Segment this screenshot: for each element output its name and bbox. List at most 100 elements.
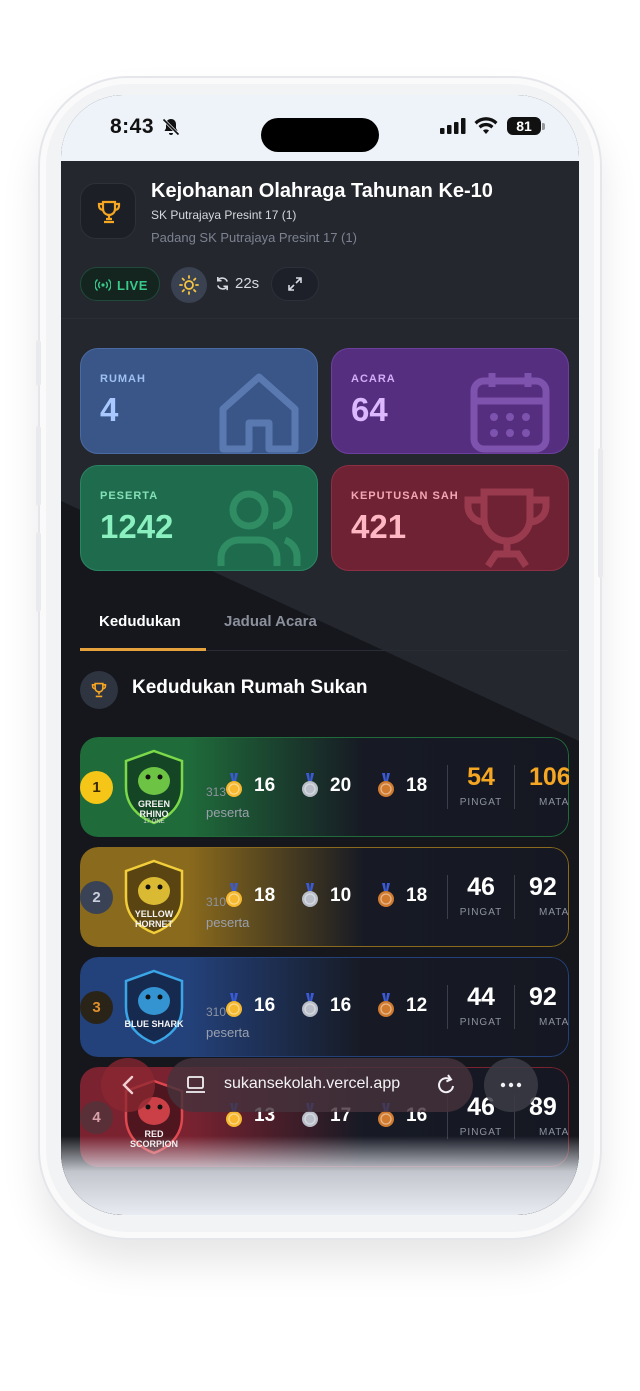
reload-icon[interactable] [435, 1073, 457, 1097]
event-title: Kejohanan Olahraga Tahunan Ke-10 [151, 180, 493, 202]
participant-label: peserta [206, 1025, 250, 1040]
standing-row[interactable]: 2 YELLOW HORNET 310 peserta 18 10 18 46 PINGAT 92… [80, 847, 569, 947]
gold-medal-icon [226, 773, 242, 797]
points: 92 [529, 873, 557, 901]
row-divider [447, 985, 448, 1029]
stat-value: 1242 [100, 508, 174, 545]
trophy-icon [91, 682, 107, 698]
fullscreen-button[interactable] [271, 267, 319, 301]
total-medals-label: PINGAT [459, 907, 503, 918]
school-name: SK Putrajaya Presint 17 (1) [151, 208, 297, 222]
row-divider [514, 985, 515, 1029]
silver-count: 16 [330, 995, 352, 1016]
gold-medal-icon [226, 993, 242, 1017]
rank-badge: 4 [80, 1101, 113, 1134]
stat-label: RUMAH [100, 373, 146, 385]
battery-cap [542, 123, 545, 130]
expand-icon [288, 277, 302, 291]
chevron-left-icon [122, 1075, 134, 1095]
signal-icon [440, 118, 466, 134]
row-divider [514, 875, 515, 919]
stat-value: 4 [100, 391, 119, 428]
browser-toolbar-fade [61, 1136, 579, 1215]
silver-count: 20 [330, 775, 352, 796]
silver-count: 10 [330, 885, 352, 906]
participant-label: peserta [206, 805, 250, 820]
browser-address-bar[interactable]: sukansekolah.vercel.app [167, 1058, 473, 1112]
team-name: YELLOW HORNET [134, 909, 174, 929]
total-medals: 46 [467, 873, 495, 901]
stat-label: KEPUTUSAN SAH [351, 490, 459, 502]
silver-medal-icon [302, 773, 318, 797]
trophy-icon [97, 200, 121, 224]
rank-badge: 1 [80, 771, 113, 804]
team-logo [124, 969, 184, 1045]
bronze-count: 18 [406, 885, 428, 906]
points: 106 [529, 763, 569, 791]
phone-side-button [36, 340, 41, 386]
team-name: GREEN RHINO [137, 799, 170, 819]
tab-jadual-acara[interactable]: Jadual Acara [224, 613, 317, 640]
live-badge[interactable]: LIVE [80, 267, 160, 301]
stat-card-keputusan-sah: KEPUTUSAN SAH 421 [331, 465, 569, 571]
gold-medal-icon [226, 883, 242, 907]
section-title: Kedudukan Rumah Sukan [132, 677, 368, 698]
total-medals: 44 [467, 983, 495, 1011]
battery-level: 81 [507, 117, 541, 135]
team-sub: 17 ONE [143, 819, 165, 825]
venue-name: Padang SK Putrajaya Presint 17 (1) [151, 230, 357, 245]
standing-row[interactable]: 3 BLUE SHARK 310 peserta 16 16 12 44 PINGAT 92 MAT… [80, 957, 569, 1057]
gold-count: 16 [254, 775, 276, 796]
silver-medal-icon [302, 883, 318, 907]
points-label: MATA [539, 907, 569, 918]
wifi-icon [474, 117, 498, 134]
url-text: sukansekolah.vercel.app [224, 1075, 401, 1092]
tab-kedudukan[interactable]: Kedudukan [80, 613, 206, 651]
app-content: Kejohanan Olahraga Tahunan Ke-10 SK Putr… [61, 161, 579, 1215]
broadcast-icon [95, 278, 111, 292]
row-divider [447, 765, 448, 809]
silver-medal-icon [302, 993, 318, 1017]
dynamic-island [261, 118, 379, 152]
live-label: LIVE [117, 278, 148, 293]
bronze-count: 18 [406, 775, 428, 796]
stat-card-peserta: PESERTA 1242 [80, 465, 318, 571]
refresh-countdown: 22s [235, 275, 260, 292]
browser-more-button[interactable] [484, 1058, 538, 1112]
total-medals: 54 [467, 763, 495, 791]
gold-count: 16 [254, 995, 276, 1016]
browser-back-button[interactable] [101, 1058, 155, 1112]
rank-badge: 2 [80, 881, 113, 914]
bronze-medal-icon [378, 773, 394, 797]
phone-side-button [36, 426, 41, 506]
event-logo [80, 183, 136, 239]
sun-icon [179, 275, 199, 295]
status-time: 8:43 [110, 115, 155, 138]
rank-badge: 3 [80, 991, 113, 1024]
house-icon [219, 373, 299, 453]
standing-row[interactable]: 1 GREEN RHINO 17 ONE 313 peserta 16 20 18 54 PING… [80, 737, 569, 837]
participant-label: peserta [206, 915, 250, 930]
phone-side-button [36, 532, 41, 612]
bronze-medal-icon [378, 883, 394, 907]
section-icon [80, 671, 118, 709]
total-medals-label: PINGAT [459, 1017, 503, 1028]
tab-bar: Kedudukan Jadual Acara [80, 613, 568, 651]
stat-label: ACARA [351, 373, 396, 385]
points: 92 [529, 983, 557, 1011]
stat-card-rumah: RUMAH 4 [80, 348, 318, 454]
gold-count: 18 [254, 885, 276, 906]
points-label: MATA [539, 797, 569, 808]
points-label: MATA [539, 1017, 569, 1028]
row-divider [447, 875, 448, 919]
stat-label: PESERTA [100, 490, 159, 502]
bronze-medal-icon [378, 993, 394, 1017]
stat-value: 64 [351, 391, 388, 428]
row-divider [514, 765, 515, 809]
calendar-icon [470, 373, 550, 453]
refresh-icon [217, 276, 228, 291]
trophy-icon [464, 488, 550, 568]
team-name: BLUE SHARK [124, 1019, 184, 1029]
theme-toggle-button[interactable] [171, 267, 207, 303]
users-icon [217, 490, 301, 566]
